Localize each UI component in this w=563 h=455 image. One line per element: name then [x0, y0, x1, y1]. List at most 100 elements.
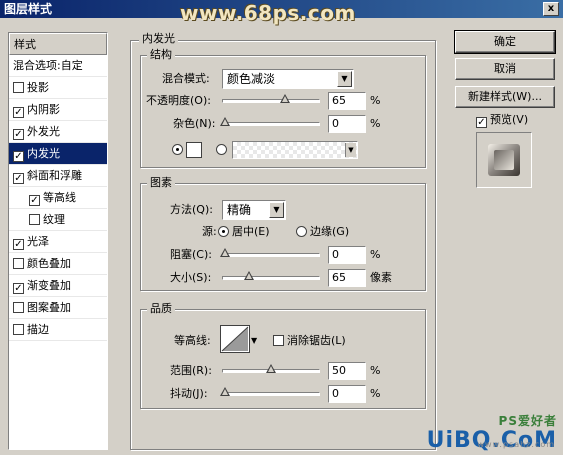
style-list: 样式 混合选项:自定 投影 ✓ 内阴影 ✓ 外发光 ✓ 内发光 ✓ 斜面和浮雕 ✓ 等高线 纹理 ✓ 光泽…	[8, 32, 108, 450]
choke-label: 阻塞(C):	[170, 248, 212, 261]
contour-curve-icon	[221, 326, 249, 352]
chevron-down-icon: ▼	[345, 143, 356, 157]
style-item[interactable]: 图案叠加	[9, 297, 107, 319]
preview-checkbox[interactable]: ✓	[476, 117, 487, 128]
style-item[interactable]: ✓ 内阴影	[9, 99, 107, 121]
size-slider[interactable]	[222, 271, 320, 280]
choke-unit: %	[370, 248, 381, 261]
method-select[interactable]: 精确 ▼	[222, 200, 286, 220]
noise-unit: %	[370, 117, 381, 130]
structure-title: 结构	[147, 48, 175, 62]
style-item-label: 等高线	[43, 191, 76, 204]
style-item-label: 纹理	[43, 213, 65, 226]
style-item-checkbox[interactable]: ✓	[29, 195, 40, 206]
style-item[interactable]: ✓ 外发光	[9, 121, 107, 143]
style-item[interactable]: 纹理	[9, 209, 107, 231]
style-item[interactable]: ✓ 内发光	[9, 143, 107, 165]
preview-option[interactable]: ✓ 预览(V)	[476, 112, 528, 128]
size-slider-thumb[interactable]	[243, 271, 254, 280]
style-item-label: 渐变叠加	[27, 279, 71, 292]
noise-slider[interactable]	[220, 117, 320, 126]
noise-slider-thumb[interactable]	[220, 117, 230, 126]
style-item-checkbox[interactable]: ✓	[13, 107, 24, 118]
style-item-checkbox[interactable]: ✓	[13, 173, 24, 184]
source-edge-option[interactable]: 边缘(G)	[296, 224, 349, 240]
preview-label: 预览(V)	[490, 113, 529, 126]
source-center-label: 居中(E)	[232, 225, 270, 238]
antialias-option[interactable]: 消除锯齿(L)	[273, 333, 346, 349]
style-item-checkbox[interactable]	[13, 302, 24, 313]
quality-title: 品质	[147, 302, 175, 316]
blending-options-item[interactable]: 混合选项:自定	[9, 55, 107, 77]
ok-button[interactable]: 确定	[454, 30, 556, 54]
style-item[interactable]: 描边	[9, 319, 107, 341]
title-bar: 图层样式 www.68ps.com x	[0, 0, 563, 25]
choke-input[interactable]: 0	[328, 246, 366, 264]
style-item[interactable]: 投影	[9, 77, 107, 99]
range-unit: %	[370, 364, 381, 377]
opacity-unit: %	[370, 94, 381, 107]
choke-slider[interactable]	[220, 248, 320, 257]
size-unit: 像素	[370, 271, 392, 284]
solid-color-radio[interactable]	[172, 144, 183, 155]
gradient-radio[interactable]	[216, 144, 227, 155]
style-item-checkbox[interactable]: ✓	[13, 151, 24, 162]
style-item[interactable]: 颜色叠加	[9, 253, 107, 275]
gradient-radio-wrap	[216, 142, 230, 158]
source-center-radio[interactable]	[218, 226, 229, 237]
contour-picker[interactable]	[220, 325, 250, 353]
style-item-label: 投影	[27, 81, 49, 94]
size-label: 大小(S):	[170, 271, 212, 284]
style-item[interactable]: ✓ 斜面和浮雕	[9, 165, 107, 187]
style-item-checkbox[interactable]: ✓	[13, 283, 24, 294]
jitter-unit: %	[370, 387, 381, 400]
method-value: 精确	[227, 203, 252, 217]
style-item-label: 颜色叠加	[27, 257, 71, 270]
opacity-slider[interactable]	[222, 94, 320, 103]
style-item-label: 图案叠加	[27, 301, 71, 314]
cancel-button[interactable]: 取消	[455, 58, 555, 80]
gradient-picker[interactable]: ▼	[232, 141, 358, 159]
watermark-sub: PS爱好者	[498, 414, 557, 428]
range-slider[interactable]	[222, 364, 320, 373]
jitter-slider-thumb[interactable]	[220, 387, 230, 396]
style-item[interactable]: ✓ 光泽	[9, 231, 107, 253]
opacity-slider-thumb[interactable]	[279, 94, 290, 103]
choke-slider-thumb[interactable]	[220, 248, 230, 257]
style-item[interactable]: ✓ 等高线	[9, 187, 107, 209]
antialias-label: 消除锯齿(L)	[287, 334, 346, 347]
style-item-label: 外发光	[27, 125, 60, 138]
glow-color-swatch[interactable]	[186, 142, 202, 158]
inner-glow-title: 内发光	[139, 32, 178, 46]
opacity-label: 不透明度(O):	[146, 94, 211, 107]
source-edge-radio[interactable]	[296, 226, 307, 237]
style-item-checkbox[interactable]: ✓	[13, 129, 24, 140]
style-item-checkbox[interactable]: ✓	[13, 239, 24, 250]
style-item-checkbox[interactable]	[13, 324, 24, 335]
contour-dropdown-arrow[interactable]: ▼	[251, 333, 257, 349]
range-slider-thumb[interactable]	[266, 364, 276, 373]
style-list-header[interactable]: 样式	[9, 33, 107, 55]
new-style-button[interactable]: 新建样式(W)...	[455, 86, 555, 108]
style-item-label: 斜面和浮雕	[27, 169, 82, 182]
range-input[interactable]: 50	[328, 362, 366, 380]
blend-mode-select[interactable]: 颜色减淡 ▼	[222, 69, 354, 89]
source-center-option[interactable]: 居中(E)	[218, 224, 270, 240]
contour-label: 等高线:	[174, 334, 211, 347]
brand-watermark: www.68ps.com	[180, 1, 356, 25]
size-input[interactable]: 65	[328, 269, 366, 287]
style-item-checkbox[interactable]	[13, 258, 24, 269]
jitter-input[interactable]: 0	[328, 385, 366, 403]
opacity-input[interactable]: 65	[328, 92, 366, 110]
jitter-slider[interactable]	[220, 387, 320, 396]
jitter-label: 抖动(J):	[170, 387, 208, 400]
style-item-checkbox[interactable]	[29, 214, 40, 225]
antialias-checkbox[interactable]	[273, 335, 284, 346]
noise-input[interactable]: 0	[328, 115, 366, 133]
close-button[interactable]: x	[543, 2, 559, 16]
window-title: 图层样式	[4, 2, 53, 16]
style-item-label: 光泽	[27, 235, 49, 248]
style-item[interactable]: ✓ 渐变叠加	[9, 275, 107, 297]
method-label: 方法(Q):	[170, 203, 213, 216]
style-item-checkbox[interactable]	[13, 82, 24, 93]
